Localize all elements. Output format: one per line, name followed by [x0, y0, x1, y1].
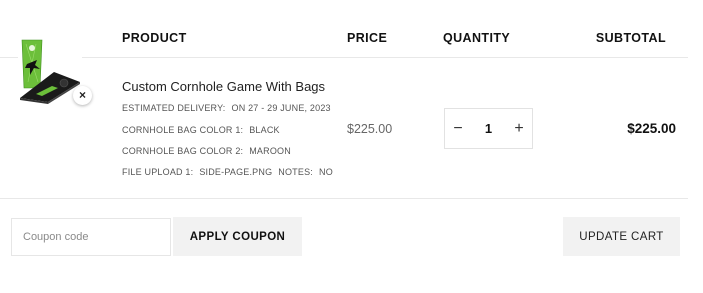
- coupon-code-input[interactable]: [11, 218, 171, 256]
- increase-quantity-button[interactable]: +: [506, 109, 532, 148]
- update-cart-button[interactable]: UPDATE CART: [563, 217, 680, 256]
- product-name-link[interactable]: Custom Cornhole Game With Bags: [122, 79, 325, 94]
- file-upload-notes-meta: FILE UPLOAD 1: SIDE-PAGE.PNG NOTES: NO: [122, 167, 333, 177]
- cart-table-header: PRODUCT PRICE QUANTITY SUBTOTAL: [0, 0, 688, 58]
- item-subtotal: $225.00: [627, 121, 676, 136]
- quantity-column-header: QUANTITY: [443, 31, 511, 45]
- price-column-header: PRICE: [347, 31, 388, 45]
- bag-color-1-meta: CORNHOLE BAG COLOR 1: BLACK: [122, 125, 280, 135]
- quantity-stepper: − 1 +: [444, 108, 533, 149]
- decrease-quantity-button[interactable]: −: [445, 109, 471, 148]
- item-price: $225.00: [347, 122, 393, 136]
- quantity-input[interactable]: 1: [471, 109, 506, 148]
- subtotal-column-header: SUBTOTAL: [595, 31, 666, 45]
- apply-coupon-button[interactable]: APPLY COUPON: [173, 217, 302, 256]
- bag-color-2-meta: CORNHOLE BAG COLOR 2: MAROON: [122, 146, 291, 156]
- remove-item-button[interactable]: ×: [73, 86, 92, 105]
- product-column-header: PRODUCT: [122, 31, 187, 45]
- cart-item-row: [0, 59, 688, 199]
- estimated-delivery-meta: ESTIMATED DELIVERY: ON 27 - 29 JUNE, 2023: [122, 103, 331, 113]
